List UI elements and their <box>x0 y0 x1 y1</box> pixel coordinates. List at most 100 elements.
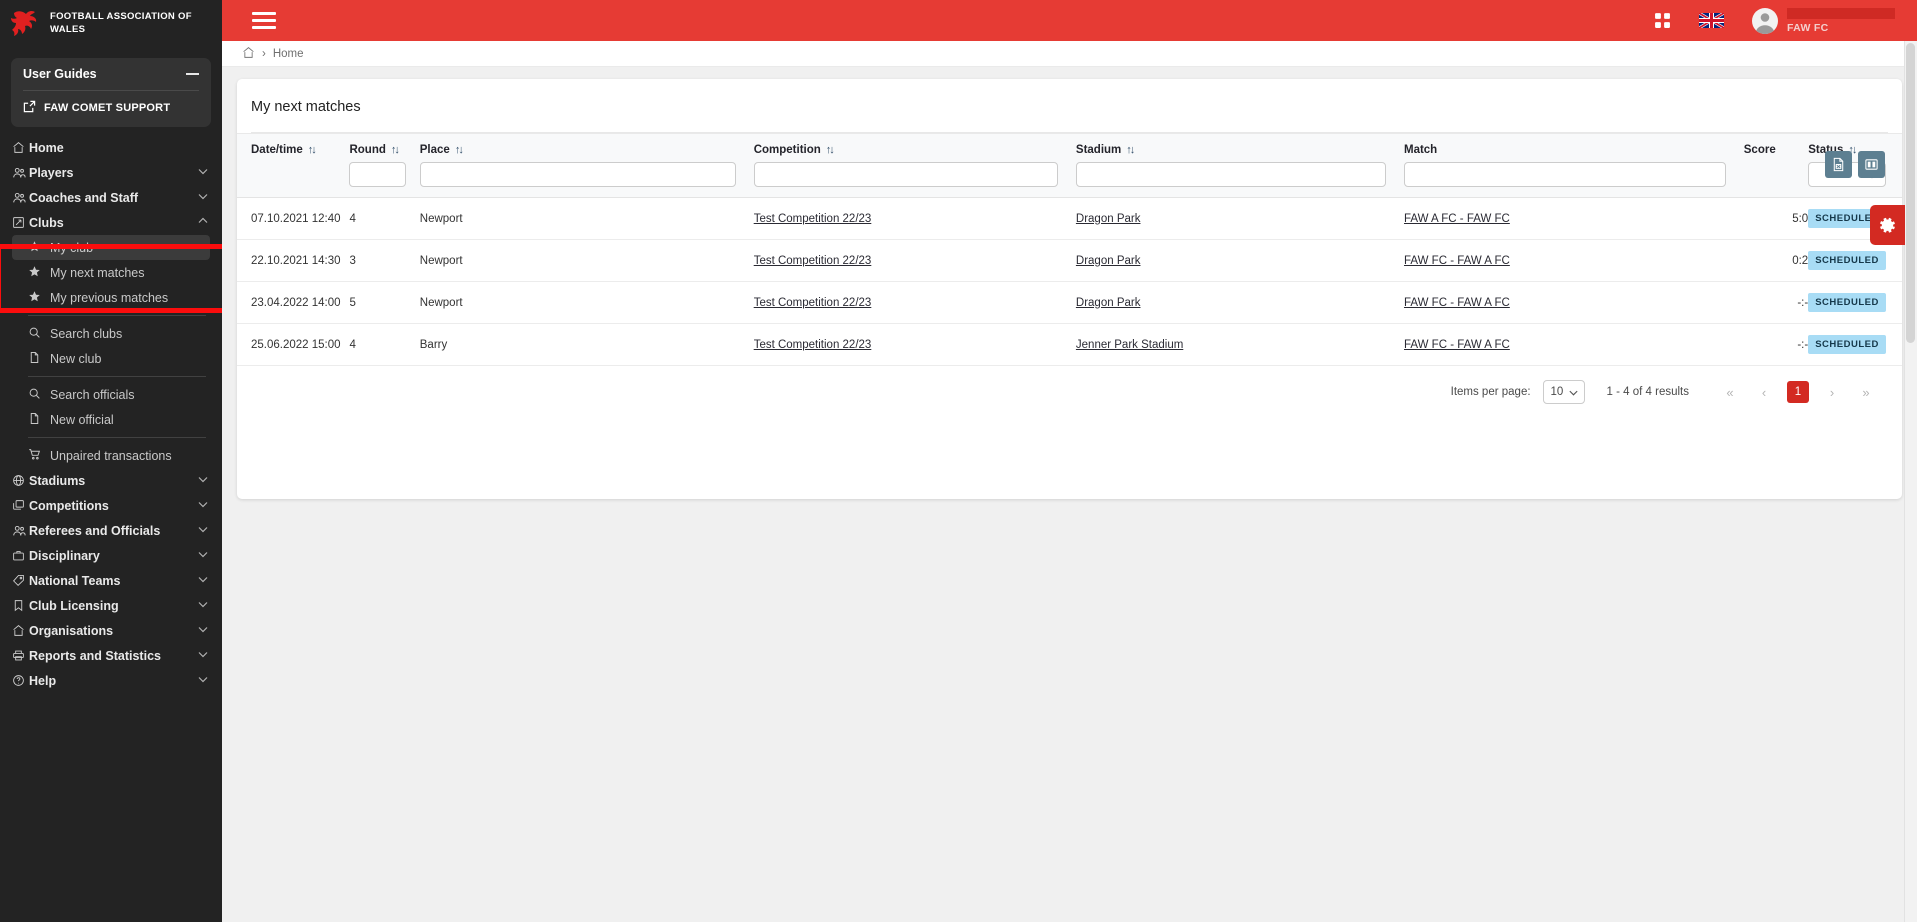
chevron-down-icon[interactable] <box>197 623 209 638</box>
sort-arrows-icon[interactable]: ↑↓ <box>826 144 835 156</box>
table-row[interactable]: 22.10.2021 14:30 3 Newport Test Competit… <box>237 239 1902 282</box>
first-page-button[interactable]: « <box>1719 381 1741 403</box>
grid-apps-icon[interactable] <box>1654 12 1671 29</box>
sidebar-item-my-next-matches[interactable]: My next matches <box>12 260 210 285</box>
table-head: Date/time ↑↓ Round ↑↓ Place ↑↓ Competiti… <box>237 133 1902 198</box>
star-icon <box>28 265 50 281</box>
sidebar-item-label: National Teams <box>29 573 121 588</box>
breadcrumb-separator: › <box>262 47 266 60</box>
column-header-datetime[interactable]: Date/time ↑↓ <box>237 133 350 162</box>
page-scrollbar-thumb[interactable] <box>1906 43 1915 343</box>
sidebar-item-organisations[interactable]: Organisations <box>0 618 222 643</box>
user-avatar-icon[interactable] <box>1752 7 1778 34</box>
sidebar-item-reports-and-statistics[interactable]: Reports and Statistics <box>0 643 222 668</box>
page-title: My next matches <box>251 99 361 115</box>
sidebar-item-stadiums[interactable]: Stadiums <box>0 468 222 493</box>
column-chooser-button[interactable] <box>1858 151 1885 178</box>
filter-input-place[interactable] <box>419 162 736 187</box>
sidebar-item-national-teams[interactable]: National Teams <box>0 568 222 593</box>
printer-icon <box>12 649 29 662</box>
table-row[interactable]: 07.10.2021 12:40 4 Newport Test Competit… <box>237 197 1902 240</box>
minus-icon[interactable] <box>186 73 199 75</box>
faw-comet-support-link[interactable]: FAW COMET SUPPORT <box>23 100 199 116</box>
stadium-link[interactable]: Dragon Park <box>1076 213 1141 225</box>
filter-input-stadium[interactable] <box>1075 162 1386 187</box>
settings-gear-icon[interactable] <box>1870 205 1905 245</box>
sidebar-item-players[interactable]: Players <box>0 160 222 185</box>
column-header-stadium[interactable]: Stadium ↑↓ <box>1075 133 1404 162</box>
uk-flag-icon[interactable] <box>1699 13 1724 28</box>
sidebar-item-new-official[interactable]: New official <box>12 407 210 432</box>
chevron-down-icon[interactable] <box>197 673 209 688</box>
chevron-down-icon[interactable] <box>197 648 209 663</box>
items-per-page-select[interactable]: 10 <box>1542 380 1585 404</box>
stadium-link[interactable]: Dragon Park <box>1076 255 1141 267</box>
match-link[interactable]: FAW FC - FAW A FC <box>1404 297 1510 309</box>
column-header-competition[interactable]: Competition ↑↓ <box>753 133 1076 162</box>
search-icon <box>28 387 50 403</box>
user-org-name: FAW FC <box>1787 21 1829 34</box>
sidebar-item-unpaired-transactions[interactable]: Unpaired transactions <box>12 443 210 468</box>
sidebar-item-my-club[interactable]: My club <box>12 235 210 260</box>
user-info[interactable]: FAW FC <box>1787 7 1895 34</box>
page-button-1[interactable]: 1 <box>1787 381 1809 403</box>
filter-input-match[interactable] <box>1403 162 1726 187</box>
table-row[interactable]: 23.04.2022 14:00 5 Newport Test Competit… <box>237 281 1902 324</box>
sidebar-item-club-licensing[interactable]: Club Licensing <box>0 593 222 618</box>
user-guides-header[interactable]: User Guides <box>23 67 199 90</box>
home-icon[interactable] <box>242 46 255 62</box>
chevron-down-icon[interactable] <box>197 598 209 613</box>
sort-arrows-icon[interactable]: ↑↓ <box>391 144 400 156</box>
chevron-down-icon[interactable] <box>197 190 209 205</box>
chevron-down-icon[interactable] <box>197 498 209 513</box>
results-count: 1 - 4 of 4 results <box>1606 386 1689 398</box>
sidebar-item-referees-and-officials[interactable]: Referees and Officials <box>0 518 222 543</box>
brand-header: FOOTBALL ASSOCIATION OF WALES <box>0 0 222 48</box>
chevron-down-icon[interactable] <box>197 473 209 488</box>
sidebar-item-new-club[interactable]: New club <box>12 346 210 371</box>
sidebar-item-coaches-and-staff[interactable]: Coaches and Staff <box>0 185 222 210</box>
table-row[interactable]: 25.06.2022 15:00 4 Barry Test Competitio… <box>237 323 1902 366</box>
cell-match: FAW FC - FAW A FC <box>1403 281 1744 324</box>
sort-arrows-icon[interactable]: ↑↓ <box>455 144 464 156</box>
chevron-down-icon[interactable] <box>197 573 209 588</box>
column-header-place[interactable]: Place ↑↓ <box>419 133 754 162</box>
sort-arrows-icon[interactable]: ↑↓ <box>1126 144 1135 156</box>
competition-link[interactable]: Test Competition 22/23 <box>754 297 872 309</box>
chevron-down-icon[interactable] <box>197 523 209 538</box>
sidebar-item-home[interactable]: Home <box>0 135 222 160</box>
stadium-link[interactable]: Dragon Park <box>1076 297 1141 309</box>
export-excel-button[interactable] <box>1825 151 1852 178</box>
sidebar-subitem-label: Search clubs <box>50 326 123 341</box>
chevron-down-icon[interactable] <box>197 548 209 563</box>
chevron-up-icon[interactable] <box>197 215 209 230</box>
sidebar-item-help[interactable]: Help <box>0 668 222 693</box>
sidebar-item-disciplinary[interactable]: Disciplinary <box>0 543 222 568</box>
column-header-round[interactable]: Round ↑↓ <box>349 133 420 162</box>
sidebar-item-my-previous-matches[interactable]: My previous matches <box>12 285 210 310</box>
cell-round: 4 <box>349 197 420 240</box>
match-link[interactable]: FAW A FC - FAW FC <box>1404 213 1510 225</box>
chevron-down-icon[interactable] <box>197 165 209 180</box>
sidebar-item-competitions[interactable]: Competitions <box>0 493 222 518</box>
hamburger-menu-icon[interactable] <box>252 12 276 29</box>
filter-input-round[interactable] <box>349 162 406 187</box>
divider <box>28 315 206 316</box>
sort-arrows-icon[interactable]: ↑↓ <box>308 144 317 156</box>
competition-link[interactable]: Test Competition 22/23 <box>754 339 872 351</box>
sidebar-item-clubs[interactable]: Clubs <box>0 210 222 235</box>
stadium-link[interactable]: Jenner Park Stadium <box>1076 339 1183 351</box>
competition-link[interactable]: Test Competition 22/23 <box>754 213 872 225</box>
sidebar-item-search-clubs[interactable]: Search clubs <box>12 321 210 346</box>
next-page-button[interactable]: › <box>1821 381 1843 403</box>
globe-icon <box>12 474 29 487</box>
last-page-button[interactable]: » <box>1855 381 1877 403</box>
sidebar-item-label: Disciplinary <box>29 548 100 563</box>
prev-page-button[interactable]: ‹ <box>1753 381 1775 403</box>
column-header-match[interactable]: Match <box>1403 133 1744 162</box>
competition-link[interactable]: Test Competition 22/23 <box>754 255 872 267</box>
match-link[interactable]: FAW FC - FAW A FC <box>1404 255 1510 267</box>
filter-input-competition[interactable] <box>753 162 1058 187</box>
match-link[interactable]: FAW FC - FAW A FC <box>1404 339 1510 351</box>
sidebar-item-search-officials[interactable]: Search officials <box>12 382 210 407</box>
